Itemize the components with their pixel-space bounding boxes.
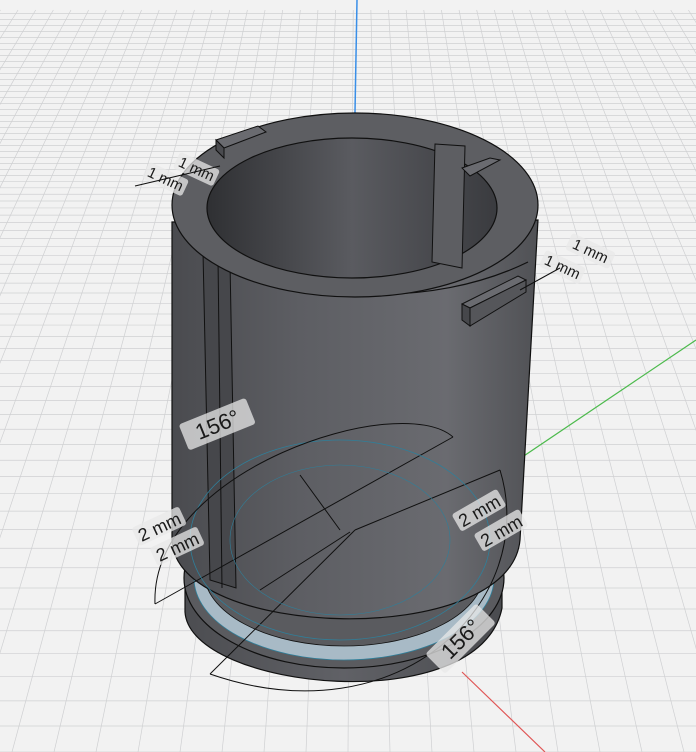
x-axis-line — [461, 671, 546, 752]
svg-text:1 mm: 1 mm — [570, 236, 611, 267]
3d-viewport[interactable]: 1 mm 1 mm 1 mm 1 mm 2 mm 2 mm 2 mm 2 mm … — [0, 0, 696, 752]
scene[interactable]: 1 mm 1 mm 1 mm 1 mm 2 mm 2 mm 2 mm 2 mm … — [0, 0, 696, 752]
svg-text:1 mm: 1 mm — [542, 252, 583, 283]
